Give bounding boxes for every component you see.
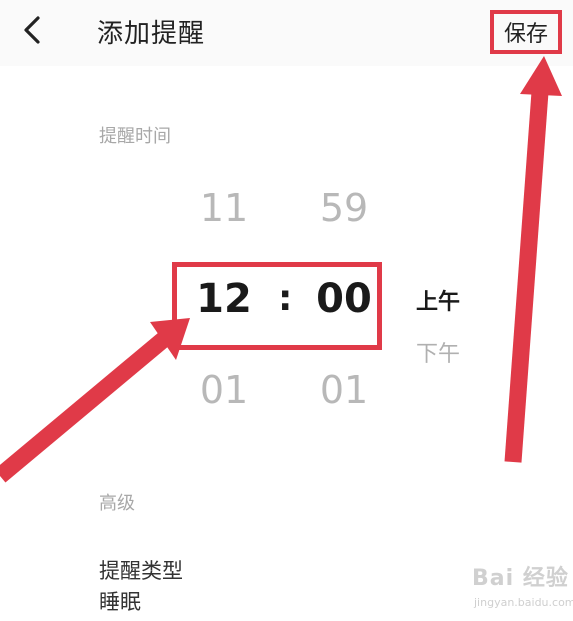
pm-option[interactable]: 下午 <box>416 336 460 368</box>
reminder-time-label: 提醒时间 <box>99 126 171 147</box>
save-button[interactable]: 保存 <box>490 10 562 54</box>
back-button[interactable] <box>18 10 50 50</box>
reminder-type-value: 睡眠 <box>99 590 141 614</box>
page-title: 添加提醒 <box>97 19 206 49</box>
minute-prev-option[interactable]: 59 <box>304 186 384 230</box>
minute-next-option[interactable]: 01 <box>304 368 384 412</box>
arrow-to-time-shaft <box>0 327 176 483</box>
time-highlight-box <box>172 262 382 350</box>
header-bar: 添加提醒 保存 <box>0 0 573 66</box>
hour-prev-option[interactable]: 11 <box>184 186 264 230</box>
chevron-left-icon <box>24 16 40 44</box>
am-option[interactable]: 上午 <box>416 284 460 316</box>
watermark-brand: Bai 经验 <box>472 566 569 591</box>
reminder-type-label: 提醒类型 <box>99 559 183 583</box>
watermark-url: jingyan.baidu.com <box>474 596 573 609</box>
hour-next-option[interactable]: 01 <box>184 368 264 412</box>
baidu-watermark: Bai 经验 jingyan.baidu.com <box>472 560 573 616</box>
arrow-to-save-shaft <box>504 91 549 463</box>
advanced-label: 高级 <box>99 493 135 514</box>
